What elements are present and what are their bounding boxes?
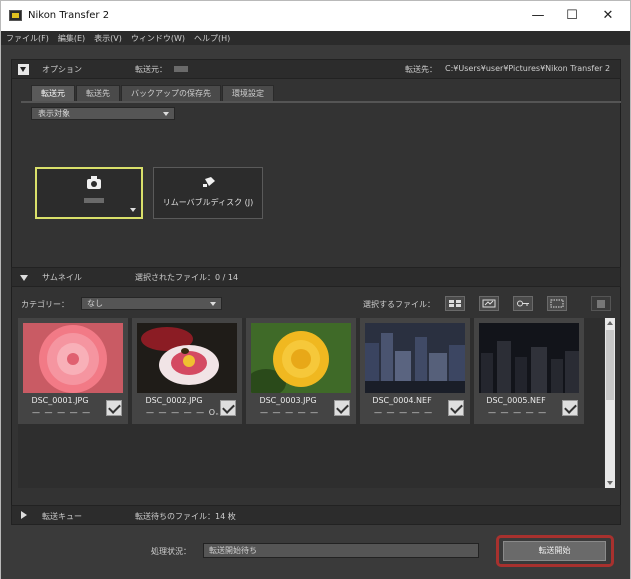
file-attributes: — — — — —	[374, 408, 434, 417]
trash-icon	[597, 300, 605, 308]
title-bar: Nikon Transfer 2 — ☐ ✕	[1, 1, 630, 31]
scroll-down-icon[interactable]	[607, 481, 613, 485]
status-value: 転送開始待ち	[209, 546, 257, 555]
triangle-down-icon	[20, 275, 28, 281]
collapse-icon[interactable]	[18, 64, 29, 75]
select-none-button[interactable]	[547, 296, 567, 311]
menu-file[interactable]: ファイル(F)	[6, 33, 49, 44]
dest-path: C:¥Users¥user¥Pictures¥Nikon Transfer 2	[445, 64, 611, 73]
chevron-down-icon[interactable]	[130, 208, 136, 212]
status-label: 処理状況：	[151, 547, 191, 556]
nikon-transfer-window: Nikon Transfer 2 — ☐ ✕ ファイル(F) 編集(E) 表示(…	[0, 0, 631, 579]
thumbnail-cell[interactable]: DSC_0003.JPG — — — — —	[246, 318, 356, 424]
file-checkbox[interactable]	[448, 400, 464, 416]
options-tabs: 転送元 転送先 バックアップの保存先 環境設定	[31, 85, 275, 101]
file-attributes: — — — — —	[32, 408, 92, 417]
scroll-up-icon[interactable]	[607, 321, 613, 325]
file-checkbox[interactable]	[334, 400, 350, 416]
category-label: カテゴリー：	[21, 300, 69, 309]
select-new-button[interactable]	[479, 296, 499, 311]
tab-source[interactable]: 転送元	[31, 85, 75, 101]
transfer-queue-header[interactable]: 転送キュー 転送待ちのファイル：14 枚	[11, 505, 621, 525]
dotted-frame-icon	[550, 299, 564, 308]
file-name: DSC_0005.NEF	[486, 396, 546, 405]
thumbnail-image-yellow-rose[interactable]	[251, 323, 351, 393]
chevron-down-icon	[163, 112, 169, 116]
window-title: Nikon Transfer 2	[28, 10, 110, 21]
close-button[interactable]: ✕	[590, 5, 626, 27]
tab-destination[interactable]: 転送先	[76, 85, 120, 101]
menu-edit[interactable]: 編集(E)	[58, 33, 85, 44]
select-protected-button[interactable]	[513, 296, 533, 311]
file-checkbox[interactable]	[106, 400, 122, 416]
file-name: DSC_0002.JPG	[145, 396, 203, 405]
options-header[interactable]: オプション 転送元： 転送先： C:¥Users¥user¥Pictures¥N…	[11, 59, 621, 79]
menu-bar: ファイル(F) 編集(E) 表示(V) ウィンドウ(W) ヘルプ(H)	[1, 31, 630, 45]
protect-key-icon: Oₙ	[208, 408, 220, 417]
file-attributes: — — — — —	[488, 408, 548, 417]
thumbnail-image-night-city-dark[interactable]	[479, 323, 579, 393]
file-attributes: — — — — — Oₙ	[146, 408, 220, 417]
app-icon	[9, 10, 22, 21]
file-name: DSC_0001.JPG	[31, 396, 89, 405]
tab-backup[interactable]: バックアップの保存先	[121, 85, 221, 101]
display-target-value: 表示対象	[38, 109, 70, 118]
menu-help[interactable]: ヘルプ(H)	[194, 33, 230, 44]
removable-disk-label: リムーバブルディスク (J)	[162, 198, 254, 207]
scrollbar-thumb[interactable]	[606, 330, 614, 400]
grid-icon	[449, 300, 461, 307]
tab-preferences[interactable]: 環境設定	[222, 85, 274, 101]
source-name-blurred	[174, 66, 188, 72]
thumbnail-grid: DSC_0001.JPG — — — — — DSC_0002.JPG — — …	[18, 318, 604, 488]
file-name: DSC_0004.NEF	[372, 396, 432, 405]
source-label: 転送元：	[135, 65, 167, 74]
minimize-button[interactable]: —	[520, 5, 556, 27]
removable-disk-button[interactable]: リムーバブルディスク (J)	[153, 167, 263, 219]
chevron-down-icon	[210, 302, 216, 306]
file-checkbox[interactable]	[562, 400, 578, 416]
thumbnail-scrollbar[interactable]	[605, 318, 615, 488]
start-button-highlight: 転送開始	[496, 535, 614, 567]
file-attributes: — — — — —	[260, 408, 320, 417]
display-target-select[interactable]: 表示対象	[31, 107, 175, 120]
removable-disk-icon	[203, 177, 215, 187]
camera-source-button[interactable]	[35, 167, 143, 219]
camera-icon	[87, 176, 101, 189]
select-files-label: 選択するファイル：	[363, 300, 435, 309]
thumbnail-cell[interactable]: DSC_0001.JPG — — — — —	[18, 318, 128, 424]
thumbnail-header[interactable]: サムネイル 選択されたファイル：0 / 14	[11, 267, 621, 287]
transfer-icon	[482, 299, 496, 308]
transfer-queue-label: 転送キュー	[42, 512, 82, 521]
main-body: オプション 転送元： 転送先： C:¥Users¥user¥Pictures¥N…	[1, 45, 630, 579]
dest-label: 転送先：	[405, 65, 437, 74]
camera-name-blurred	[84, 198, 104, 203]
thumbnail-cell[interactable]: DSC_0004.NEF — — — — —	[360, 318, 470, 424]
key-icon	[517, 300, 529, 307]
thumbnail-image-red-flower-bee[interactable]	[137, 323, 237, 393]
thumbnail-image-pink-dahlia[interactable]	[23, 323, 123, 393]
maximize-button[interactable]: ☐	[554, 5, 590, 27]
menu-window[interactable]: ウィンドウ(W)	[131, 33, 185, 44]
select-all-button[interactable]	[445, 296, 465, 311]
menu-view[interactable]: 表示(V)	[94, 33, 122, 44]
expand-icon[interactable]	[21, 511, 27, 519]
category-value: なし	[87, 299, 103, 308]
trash-button[interactable]	[591, 296, 611, 311]
file-name: DSC_0003.JPG	[259, 396, 317, 405]
thumbnail-header-label: サムネイル	[42, 273, 82, 282]
pending-files-count: 転送待ちのファイル：14 枚	[135, 512, 236, 521]
thumbnail-cell[interactable]: DSC_0002.JPG — — — — — Oₙ	[132, 318, 242, 424]
options-header-label: オプション	[42, 65, 82, 74]
category-select[interactable]: なし	[81, 297, 222, 310]
file-checkbox[interactable]	[220, 400, 236, 416]
tab-underline	[21, 101, 621, 103]
selected-files-count: 選択されたファイル：0 / 14	[135, 273, 239, 282]
thumbnail-cell[interactable]: DSC_0005.NEF — — — — —	[474, 318, 584, 424]
status-field: 転送開始待ち	[203, 543, 479, 558]
thumbnail-image-night-city[interactable]	[365, 323, 465, 393]
start-transfer-button[interactable]: 転送開始	[503, 541, 606, 561]
